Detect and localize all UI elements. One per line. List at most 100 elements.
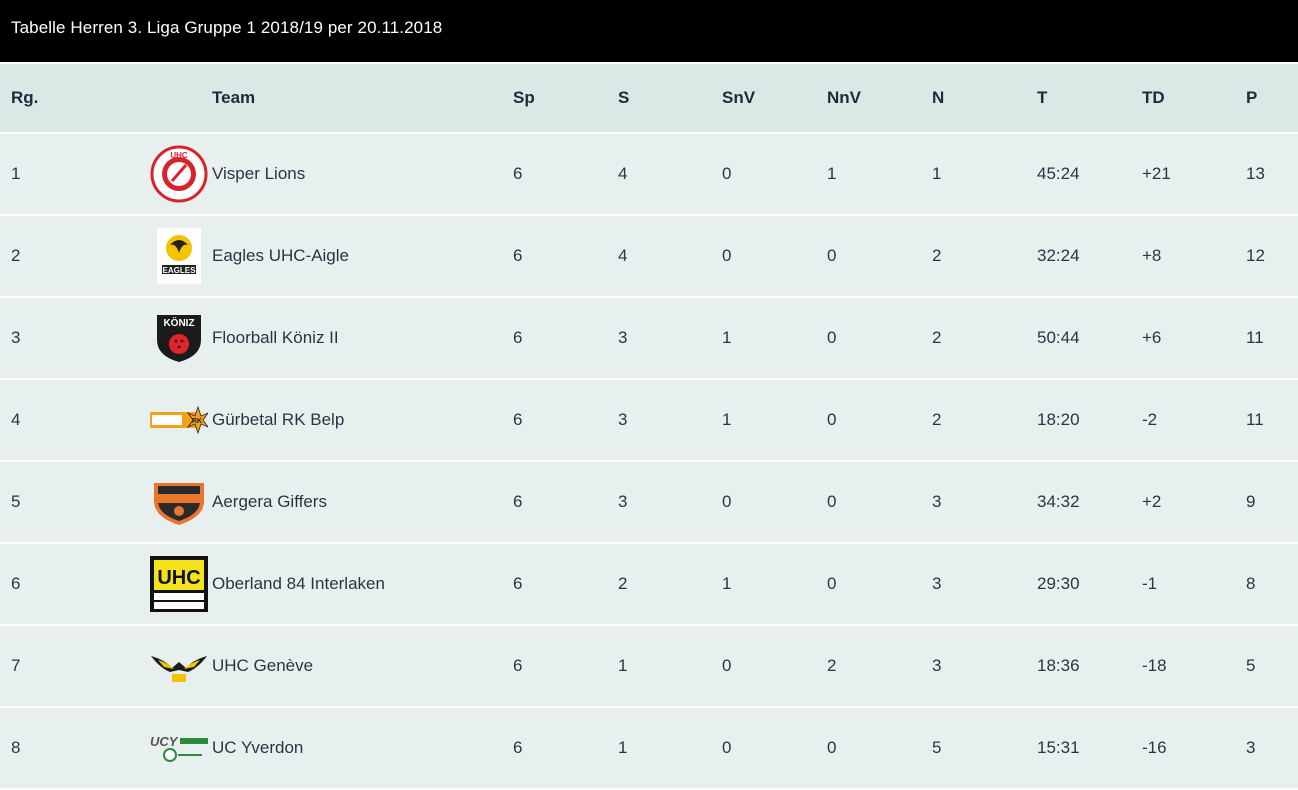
nnv-cell: 1 [827,164,837,183]
svg-text:UHC: UHC [170,151,188,160]
table-row: 4 RK Gürbetal RK Belp 6 3 1 0 2 18:20 -2… [0,380,1298,462]
t-cell: 32:24 [1037,246,1080,265]
header-snv: SnV [722,88,756,107]
sp-cell: 6 [513,738,523,757]
s-cell: 4 [618,164,628,183]
snv-cell: 0 [722,656,732,675]
p-cell: 8 [1246,574,1256,593]
gurbetal-logo-icon: RK [150,380,208,460]
team-name[interactable]: Aergera Giffers [212,462,327,542]
snv-cell: 1 [722,328,732,347]
td-cell: +2 [1142,492,1162,511]
aergera-logo-icon [150,462,208,542]
header-team: Team [212,88,256,107]
eagles-aigle-logo-icon: EAGLES [150,216,208,296]
team-name[interactable]: UC Yverdon [212,708,303,788]
svg-text:UHC: UHC [157,567,200,589]
n-cell: 1 [932,164,942,183]
rank-cell: 7 [11,656,21,675]
p-cell: 3 [1246,738,1256,757]
rank-cell: 8 [11,738,21,757]
snv-cell: 1 [722,410,732,429]
n-cell: 2 [932,410,942,429]
snv-cell: 0 [722,738,732,757]
nnv-cell: 0 [827,328,837,347]
s-cell: 4 [618,246,628,265]
rank-cell: 2 [11,246,21,265]
table-row: 5 Aergera Giffers 6 3 0 0 3 34:32 +2 9 [0,462,1298,544]
td-cell: -18 [1142,656,1167,675]
s-cell: 2 [618,574,628,593]
p-cell: 9 [1246,492,1256,511]
header-sp: Sp [513,88,535,107]
t-cell: 29:30 [1037,574,1080,593]
s-cell: 3 [618,328,628,347]
table-header-row: Rg. Team Sp S SnV NnV N T TD P [0,64,1298,134]
sp-cell: 6 [513,656,523,675]
n-cell: 3 [932,574,942,593]
rank-cell: 5 [11,492,21,511]
yverdon-logo-icon: UCY [150,708,208,788]
header-nnv: NnV [827,88,861,107]
p-cell: 11 [1246,328,1264,347]
nnv-cell: 2 [827,656,837,675]
nnv-cell: 0 [827,738,837,757]
rank-cell: 3 [11,328,21,347]
table-row: 7 UHC Genève 6 1 0 2 3 18:36 -18 5 [0,626,1298,708]
n-cell: 5 [932,738,942,757]
snv-cell: 0 [722,492,732,511]
svg-text:UCY: UCY [150,734,179,749]
sp-cell: 6 [513,246,523,265]
n-cell: 3 [932,492,942,511]
team-name[interactable]: Oberland 84 Interlaken [212,544,385,624]
td-cell: +21 [1142,164,1171,183]
team-name[interactable]: Floorball Köniz II [212,298,339,378]
team-name[interactable]: UHC Genève [212,626,313,706]
nnv-cell: 0 [827,246,837,265]
sp-cell: 6 [513,410,523,429]
sp-cell: 6 [513,574,523,593]
standings-table: Rg. Team Sp S SnV NnV N T TD P 1 UHC Vis… [0,64,1298,790]
snv-cell: 0 [722,246,732,265]
header-t: T [1037,88,1048,107]
svg-text:EAGLES: EAGLES [163,266,197,275]
header-p: P [1246,88,1258,107]
svg-text:KÖNIZ: KÖNIZ [163,316,194,329]
t-cell: 18:36 [1037,656,1080,675]
team-name[interactable]: Eagles UHC-Aigle [212,216,349,296]
team-name[interactable]: Visper Lions [212,134,305,214]
header-s: S [618,88,630,107]
t-cell: 15:31 [1037,738,1080,757]
p-cell: 11 [1246,410,1264,429]
s-cell: 1 [618,656,628,675]
svg-text:RK: RK [192,418,202,425]
oberland-logo-icon: UHC [150,544,208,624]
snv-cell: 1 [722,574,732,593]
sp-cell: 6 [513,164,523,183]
td-cell: -1 [1142,574,1158,593]
table-title: Tabelle Herren 3. Liga Gruppe 1 2018/19 … [0,0,1298,62]
header-n: N [932,88,945,107]
nnv-cell: 0 [827,492,837,511]
s-cell: 1 [618,738,628,757]
rank-cell: 1 [11,164,21,183]
p-cell: 12 [1246,246,1265,265]
snv-cell: 0 [722,164,732,183]
p-cell: 13 [1246,164,1265,183]
n-cell: 3 [932,656,942,675]
td-cell: -2 [1142,410,1158,429]
table-row: 6 UHC Oberland 84 Interlaken 6 2 1 0 3 2… [0,544,1298,626]
geneve-logo-icon [150,626,208,706]
t-cell: 34:32 [1037,492,1080,511]
t-cell: 45:24 [1037,164,1080,183]
sp-cell: 6 [513,328,523,347]
t-cell: 50:44 [1037,328,1080,347]
header-td: TD [1142,88,1165,107]
table-row: 3 KÖNIZ Floorball Köniz II 6 3 1 0 2 50:… [0,298,1298,380]
koniz-logo-icon: KÖNIZ [150,298,208,378]
team-name[interactable]: Gürbetal RK Belp [212,380,344,460]
s-cell: 3 [618,410,628,429]
rank-cell: 4 [11,410,21,429]
table-row: 1 UHC Visper Lions 6 4 0 1 1 45:24 +21 1… [0,134,1298,216]
table-row: 2 EAGLES Eagles UHC-Aigle 6 4 0 0 2 32:2… [0,216,1298,298]
